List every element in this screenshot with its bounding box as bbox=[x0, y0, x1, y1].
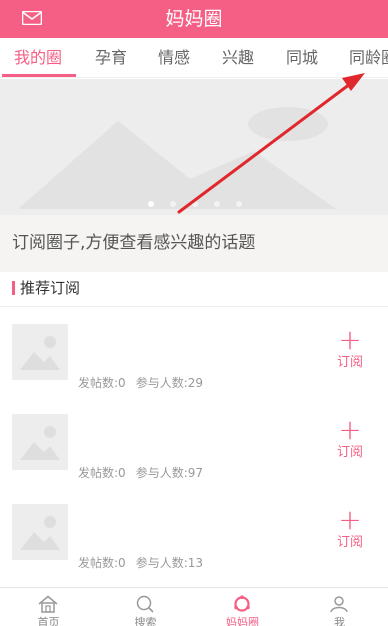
circle-icon bbox=[234, 595, 250, 612]
post-count: 发帖数:0 bbox=[78, 556, 126, 570]
nav-mama-circle[interactable]: 妈妈圈 bbox=[194, 588, 291, 626]
section-marker bbox=[12, 281, 15, 295]
carousel-dot[interactable] bbox=[236, 201, 242, 207]
page: 妈妈圈 我的圈 孕育 情感 兴趣 同城 同龄圈 订阅圈子,方便查看感兴趣的话题 … bbox=[0, 0, 388, 626]
member-count: 参与人数:97 bbox=[135, 466, 204, 480]
carousel-dot[interactable] bbox=[214, 201, 220, 207]
circle-stats: 发帖数:0 参与人数:29 bbox=[78, 374, 213, 391]
active-tab-indicator bbox=[2, 74, 76, 77]
list-item[interactable]: 发帖数:0 参与人数:97 + 订阅 bbox=[0, 410, 388, 502]
carousel-dot[interactable] bbox=[170, 201, 176, 207]
subscribe-hint-text: 订阅圈子,方便查看感兴趣的话题 bbox=[12, 233, 256, 253]
section-title: 推荐订阅 bbox=[20, 279, 81, 297]
circle-stats: 发帖数:0 参与人数:97 bbox=[78, 464, 213, 481]
nav-home[interactable]: 首页 bbox=[0, 588, 97, 626]
image-placeholder-icon bbox=[18, 107, 336, 209]
image-placeholder-icon bbox=[12, 414, 68, 470]
carousel-indicator bbox=[0, 201, 388, 211]
category-tabs: 我的圈 孕育 情感 兴趣 同城 同龄圈 bbox=[0, 38, 388, 78]
circle-stats: 发帖数:0 参与人数:13 bbox=[78, 554, 213, 571]
nav-label: 首页 bbox=[37, 616, 60, 626]
subscribe-button[interactable]: + 订阅 bbox=[334, 416, 366, 462]
plus-icon: + bbox=[338, 413, 362, 446]
tab-pregnancy[interactable]: 孕育 bbox=[95, 38, 127, 77]
nav-me[interactable]: 我 bbox=[291, 588, 388, 626]
list-item[interactable]: 发帖数:0 参与人数:13 + 订阅 bbox=[0, 500, 388, 592]
tab-my-circle[interactable]: 我的圈 bbox=[14, 38, 62, 77]
tab-local[interactable]: 同城 bbox=[286, 38, 318, 77]
subscribe-button[interactable]: + 订阅 bbox=[334, 326, 366, 372]
nav-label: 妈妈圈 bbox=[226, 616, 259, 626]
carousel-dot[interactable] bbox=[148, 201, 154, 207]
carousel-dot[interactable] bbox=[192, 201, 198, 207]
plus-icon: + bbox=[338, 503, 362, 536]
subscribe-label: 订阅 bbox=[336, 535, 363, 550]
nav-label: 搜索 bbox=[134, 616, 157, 626]
list-item[interactable]: 发帖数:0 参与人数:29 + 订阅 bbox=[0, 320, 388, 412]
search-icon bbox=[136, 595, 154, 613]
post-count: 发帖数:0 bbox=[78, 376, 126, 390]
tab-same-age[interactable]: 同龄圈 bbox=[349, 38, 388, 77]
banner-carousel[interactable] bbox=[0, 79, 388, 215]
image-placeholder-icon bbox=[12, 504, 68, 560]
tab-emotion[interactable]: 情感 bbox=[158, 38, 190, 77]
subscribe-button[interactable]: + 订阅 bbox=[334, 506, 366, 552]
divider bbox=[0, 306, 388, 307]
nav-search[interactable]: 搜索 bbox=[97, 588, 194, 626]
subscribe-label: 订阅 bbox=[336, 355, 363, 370]
plus-icon: + bbox=[338, 323, 362, 356]
member-count: 参与人数:29 bbox=[135, 376, 204, 390]
nav-label: 我 bbox=[334, 616, 345, 626]
post-count: 发帖数:0 bbox=[78, 466, 126, 480]
page-title: 妈妈圈 bbox=[165, 8, 223, 30]
image-placeholder-icon bbox=[12, 324, 68, 380]
top-bar: 妈妈圈 bbox=[0, 0, 388, 38]
member-count: 参与人数:13 bbox=[135, 556, 204, 570]
bottom-nav: 首页 搜索 妈妈圈 我 bbox=[0, 587, 388, 626]
home-icon bbox=[38, 595, 58, 613]
subscribe-hint: 订阅圈子,方便查看感兴趣的话题 bbox=[0, 215, 388, 272]
user-icon bbox=[330, 596, 348, 613]
tab-interest[interactable]: 兴趣 bbox=[222, 38, 254, 77]
subscribe-label: 订阅 bbox=[336, 445, 363, 460]
